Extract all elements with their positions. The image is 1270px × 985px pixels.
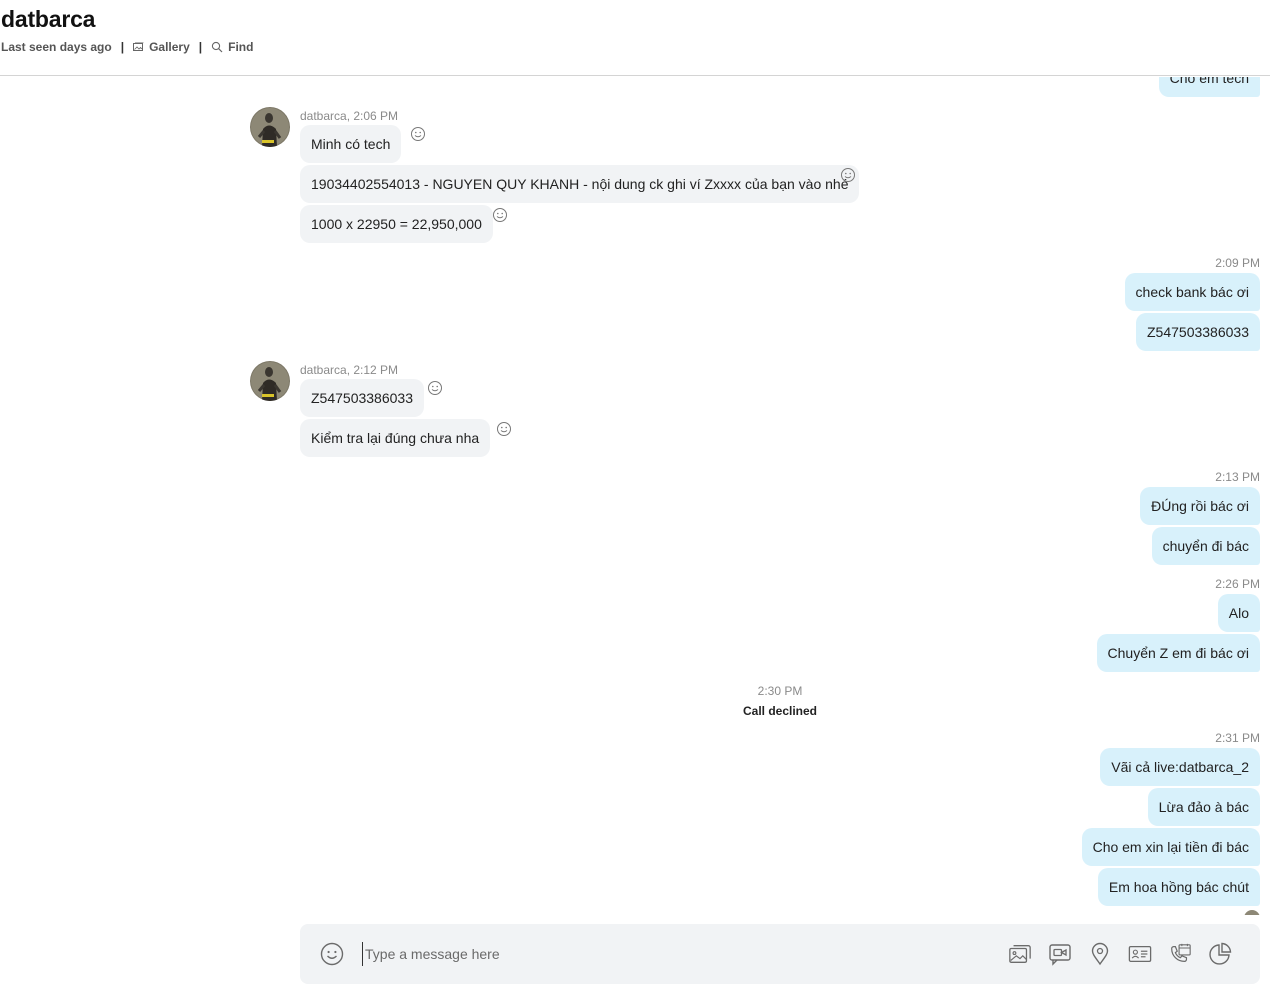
outgoing-message[interactable]: Lừa đảo à bác: [1147, 788, 1260, 826]
conversation-header: datbarca Last seen days ago | Gallery | …: [0, 0, 1270, 76]
avatar[interactable]: [250, 361, 290, 401]
gallery-label: Gallery: [149, 40, 190, 54]
outgoing-message[interactable]: Vãi cả live:datbarca_2: [1100, 748, 1260, 786]
outgoing-message[interactable]: ĐÚng rồi bác ơi: [1140, 487, 1260, 525]
read-receipt-avatar: [1244, 910, 1260, 915]
call-status: Call declined: [742, 704, 818, 718]
search-icon: [211, 41, 223, 53]
emoji-icon[interactable]: [320, 942, 344, 966]
send-location-button[interactable]: [1088, 941, 1112, 967]
outgoing-message[interactable]: Cho em tech: [1158, 77, 1260, 97]
incoming-message[interactable]: 19034402554013 - NGUYEN QUY KHANH - nội …: [300, 165, 860, 203]
outgoing-message[interactable]: Chuyển Z em đi bác ơi: [1096, 634, 1260, 672]
message-time: 2:09 PM: [1215, 256, 1260, 270]
image-icon: [1009, 945, 1031, 963]
incoming-message[interactable]: Kiểm tra lại đúng chưa nha: [300, 419, 491, 457]
avatar-image: [250, 107, 290, 147]
header-subline: Last seen days ago | Gallery | Find: [1, 40, 253, 54]
find-label: Find: [228, 40, 254, 54]
outgoing-message[interactable]: chuyển đi bác: [1151, 527, 1260, 565]
find-link[interactable]: Find: [211, 40, 253, 54]
outgoing-message[interactable]: check bank bác ơi: [1124, 273, 1260, 311]
location-icon: [1091, 942, 1109, 966]
schedule-call-icon: [1171, 943, 1191, 962]
smiley-react-icon[interactable]: [496, 421, 512, 437]
outgoing-message[interactable]: Z547503386033: [1136, 313, 1260, 351]
chat-window: datbarca Last seen days ago | Gallery | …: [0, 0, 1270, 985]
message-composer: [300, 924, 1260, 984]
send-image-button[interactable]: [1008, 941, 1032, 967]
smiley-react-icon[interactable]: [840, 167, 856, 183]
contact-name[interactable]: datbarca: [1, 6, 95, 33]
sender-time: datbarca, 2:12 PM: [300, 363, 399, 377]
outgoing-message[interactable]: Alo: [1217, 594, 1260, 632]
outgoing-message[interactable]: Em hoa hồng bác chút: [1097, 868, 1260, 906]
last-seen-status: Last seen days ago: [1, 40, 112, 54]
poll-icon: [1209, 942, 1232, 965]
incoming-message[interactable]: Z547503386033: [300, 379, 424, 417]
create-poll-button[interactable]: [1208, 941, 1232, 967]
divider: |: [120, 40, 125, 54]
send-contact-button[interactable]: [1128, 941, 1152, 967]
gallery-link[interactable]: Gallery: [133, 40, 190, 54]
gallery-icon: [133, 42, 144, 51]
message-time: 2:26 PM: [1215, 577, 1260, 591]
message-input[interactable]: [362, 942, 962, 966]
call-time: 2:30 PM: [757, 684, 803, 698]
divider: |: [198, 40, 203, 54]
message-list[interactable]: Cho em tech datbarca, 2:06 PM Minh có te…: [0, 77, 1270, 915]
composer-tools: [1008, 941, 1232, 967]
message-time: 2:13 PM: [1215, 470, 1260, 484]
incoming-message[interactable]: Minh có tech: [300, 125, 402, 163]
avatar[interactable]: [250, 107, 290, 147]
message-time: 2:31 PM: [1215, 731, 1260, 745]
sender-time: datbarca, 2:06 PM: [300, 109, 399, 123]
incoming-message[interactable]: 1000 x 22950 = 22,950,000: [300, 205, 493, 243]
video-message-button[interactable]: [1048, 941, 1072, 967]
smiley-react-icon[interactable]: [410, 126, 426, 142]
smiley-react-icon[interactable]: [492, 207, 508, 223]
contact-card-icon: [1128, 945, 1152, 963]
avatar-image: [250, 361, 290, 401]
video-message-icon: [1049, 944, 1071, 966]
outgoing-message[interactable]: Cho em xin lại tiền đi bác: [1081, 828, 1260, 866]
schedule-call-button[interactable]: [1168, 941, 1192, 967]
smiley-react-icon[interactable]: [427, 380, 443, 396]
